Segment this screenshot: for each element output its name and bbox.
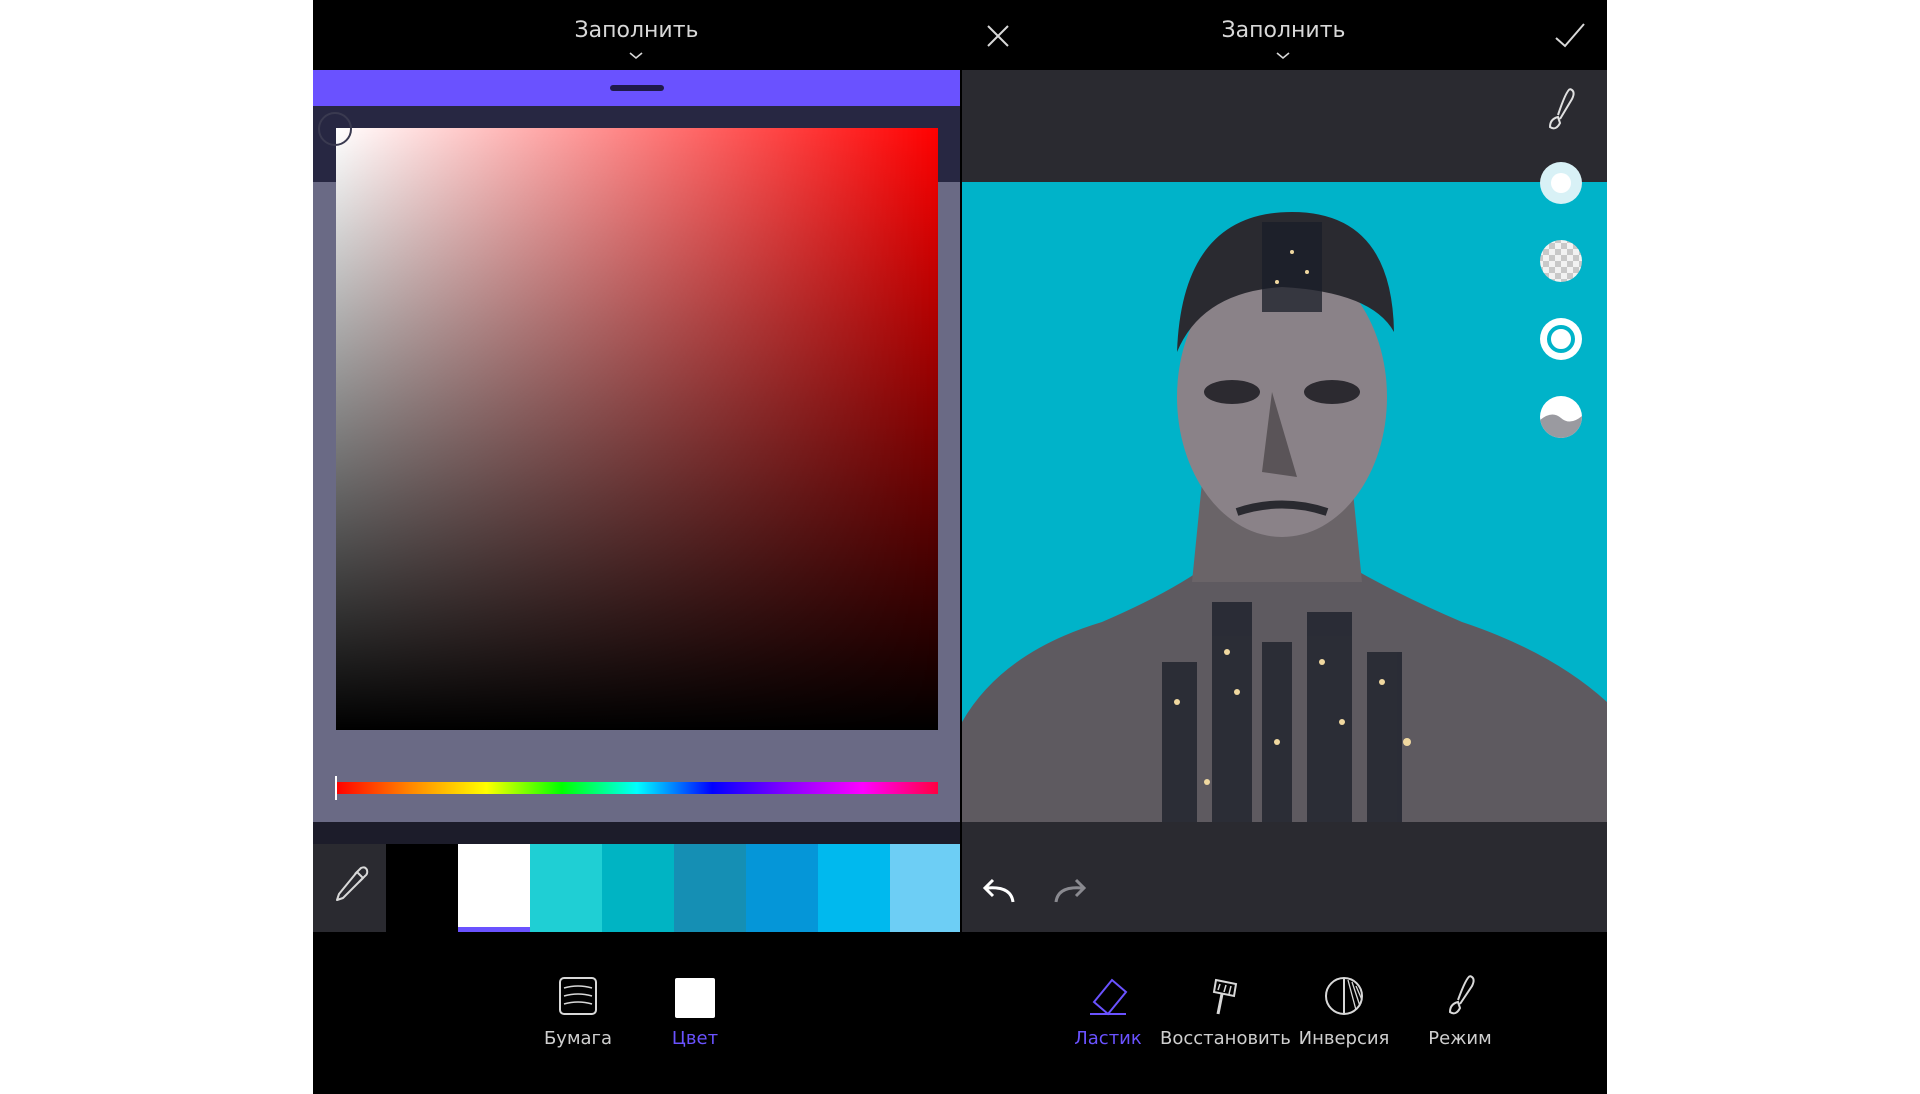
color-sheet-header[interactable] [313,70,960,106]
hue-slider-thumb[interactable] [335,776,337,800]
left-panel-title[interactable]: Заполнить [313,18,960,43]
hue-slider[interactable] [336,782,938,794]
redo-icon [1054,878,1087,903]
chevron-down-icon[interactable] [1267,50,1299,62]
saturation-picker-handle[interactable] [318,112,352,146]
swatch-teal[interactable] [602,844,674,932]
brush-size-dot [1551,173,1571,193]
person-photo-overlay [962,212,1607,822]
undo-icon [982,878,1015,903]
paper-icon [559,977,597,1015]
saturation-value-square[interactable] [336,128,938,730]
brush-hardness-button[interactable] [1540,318,1582,360]
blend-button[interactable] [1540,396,1582,438]
swatch-blue[interactable] [746,844,818,932]
nav-invert-label: Инверсия [1298,1028,1390,1049]
nav-paper-label: Бумага [543,1028,613,1049]
eraser-icon [1090,978,1128,1016]
swatch-light-sky[interactable] [890,844,960,932]
brush-size-button[interactable] [1540,162,1582,204]
brush-tool-button[interactable] [1540,85,1582,135]
chevron-down-icon[interactable] [620,50,652,62]
paint-brush-icon [1212,978,1238,1015]
swatch-white[interactable] [458,844,530,932]
palette-top-band [313,822,960,844]
canvas-image[interactable] [962,182,1607,822]
eyedropper-button[interactable] [313,844,386,932]
selected-swatch-indicator [458,927,530,932]
drag-handle[interactable] [610,85,664,91]
redo-button[interactable] [1050,872,1094,912]
nav-restore-label: Восстановить [1160,1028,1291,1049]
swatch-turquoise[interactable] [530,844,602,932]
blend-icon [1540,414,1582,438]
nav-mode[interactable]: Режим [1412,970,1508,1060]
editor-top-area [962,70,1607,182]
swatch-ocean[interactable] [674,844,746,932]
nav-color-label: Цвет [671,1028,719,1049]
right-panel-title[interactable]: Заполнить [960,18,1607,43]
nav-invert[interactable]: Инверсия [1296,970,1392,1060]
nav-eraser[interactable]: Ластик [1060,970,1156,1060]
nav-eraser-label: Ластик [1074,1028,1142,1049]
ring-icon [1547,325,1575,353]
eyedropper-icon [336,866,369,901]
current-color-preview [675,978,715,1018]
mode-brush-icon [1448,975,1475,1015]
check-icon [1555,23,1585,48]
swatch-sky[interactable] [818,844,890,932]
brush-icon [1548,88,1575,130]
invert-icon [1325,977,1363,1015]
swatch-black[interactable] [386,844,458,932]
nav-mode-label: Режим [1428,1028,1492,1049]
undo-button[interactable] [975,872,1019,912]
nav-restore[interactable]: Восстановить [1160,970,1291,1060]
apply-button[interactable] [1550,16,1590,56]
nav-paper[interactable]: Бумага [530,970,626,1060]
brush-opacity-button[interactable] [1540,240,1582,282]
nav-color[interactable]: Цвет [650,970,740,1060]
